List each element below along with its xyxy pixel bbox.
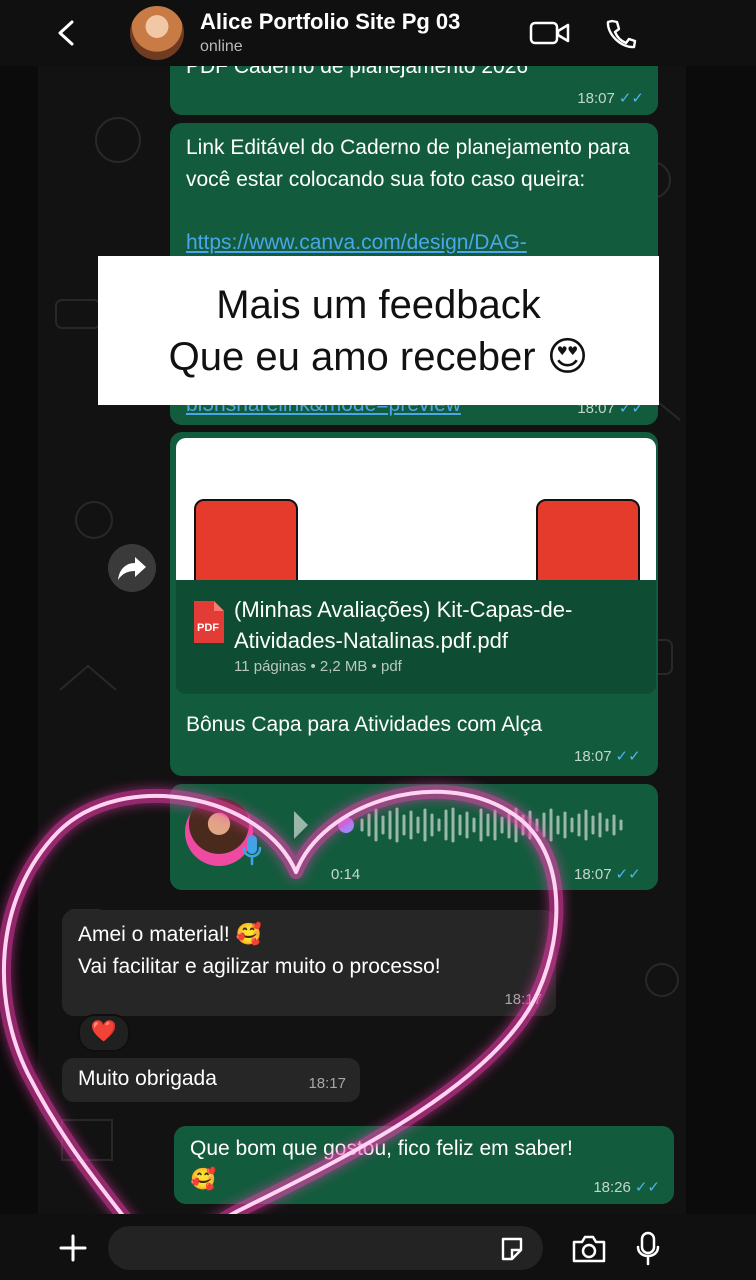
document-preview[interactable]	[176, 438, 656, 580]
document-cover-left	[194, 499, 298, 580]
overlay-line: Que eu amo receber 😍	[168, 335, 589, 379]
read-receipt-icon: ✓✓	[615, 866, 641, 883]
message-text: Link Editável do Caderno de planejamento…	[186, 136, 630, 191]
message-time: 18:17	[504, 991, 542, 1008]
forward-icon	[118, 557, 146, 580]
message-sent-reply[interactable]: Que bom que gostou, fico feliz em saber!…	[174, 1126, 674, 1204]
contact-status: online	[200, 38, 243, 55]
feedback-overlay: Mais um feedback Que eu amo receber 😍	[98, 256, 659, 405]
chat-header: Alice Portfolio Site Pg 03 online	[0, 0, 756, 66]
document-meta: 11 páginas • 2,2 MB • pdf	[234, 658, 402, 675]
message-time: 18:07	[574, 748, 612, 765]
message-text: Muito obrigada	[78, 1067, 217, 1090]
contact-avatar[interactable]	[130, 6, 184, 60]
sticker-icon[interactable]	[498, 1235, 526, 1263]
message-time: 18:07	[577, 90, 615, 107]
chevron-left-icon[interactable]	[52, 18, 82, 48]
contact-name[interactable]: Alice Portfolio Site Pg 03	[200, 9, 460, 35]
message-input[interactable]	[108, 1226, 543, 1270]
heart-reaction[interactable]: ❤️	[78, 1014, 130, 1052]
audio-progress-knob	[338, 817, 354, 833]
audio-duration: 0:14	[331, 866, 361, 883]
plus-icon[interactable]	[58, 1233, 88, 1263]
pdf-file-icon-label: PDF	[197, 622, 219, 634]
message-line: 🥰	[190, 1168, 217, 1191]
document-caption: Bônus Capa para Atividades com Alça	[186, 713, 543, 736]
camera-icon[interactable]	[570, 1233, 608, 1265]
message-time: 18:07	[574, 866, 612, 883]
message-received-1[interactable]: Amei o material! 🥰 Vai facilitar e agili…	[62, 910, 556, 1016]
pdf-file-icon: PDF	[194, 601, 224, 643]
phone-icon[interactable]	[604, 17, 638, 51]
document-info[interactable]: PDF (Minhas Avaliações) Kit-Capas-de-Ati…	[176, 580, 656, 694]
read-receipt-icon: ✓✓	[618, 90, 644, 107]
message-line: Que bom que gostou, fico feliz em saber!	[190, 1137, 573, 1160]
overlay-line: Mais um feedback	[216, 283, 541, 327]
microphone-mini-icon	[242, 835, 262, 866]
message-line: Amei o material! 🥰	[78, 923, 262, 946]
message-link[interactable]: https://www.canva.com/design/DAG-	[186, 227, 527, 259]
document-name: (Minhas Avaliações) Kit-Capas-de-Ativida…	[234, 597, 573, 653]
audio-waveform[interactable]	[290, 805, 640, 845]
message-time: 18:26	[593, 1179, 631, 1196]
message-time: 18:17	[308, 1075, 346, 1092]
play-icon	[294, 811, 308, 839]
message-received-2[interactable]: Muito obrigada 18:17	[62, 1058, 360, 1102]
forward-button[interactable]	[108, 544, 156, 592]
read-receipt-icon: ✓✓	[615, 748, 641, 765]
document-cover-right	[536, 499, 640, 580]
message-line: Vai facilitar e agilizar muito o process…	[78, 955, 441, 978]
video-call-icon[interactable]	[529, 18, 571, 48]
microphone-icon[interactable]	[632, 1230, 664, 1266]
read-receipt-icon: ✓✓	[634, 1179, 660, 1196]
